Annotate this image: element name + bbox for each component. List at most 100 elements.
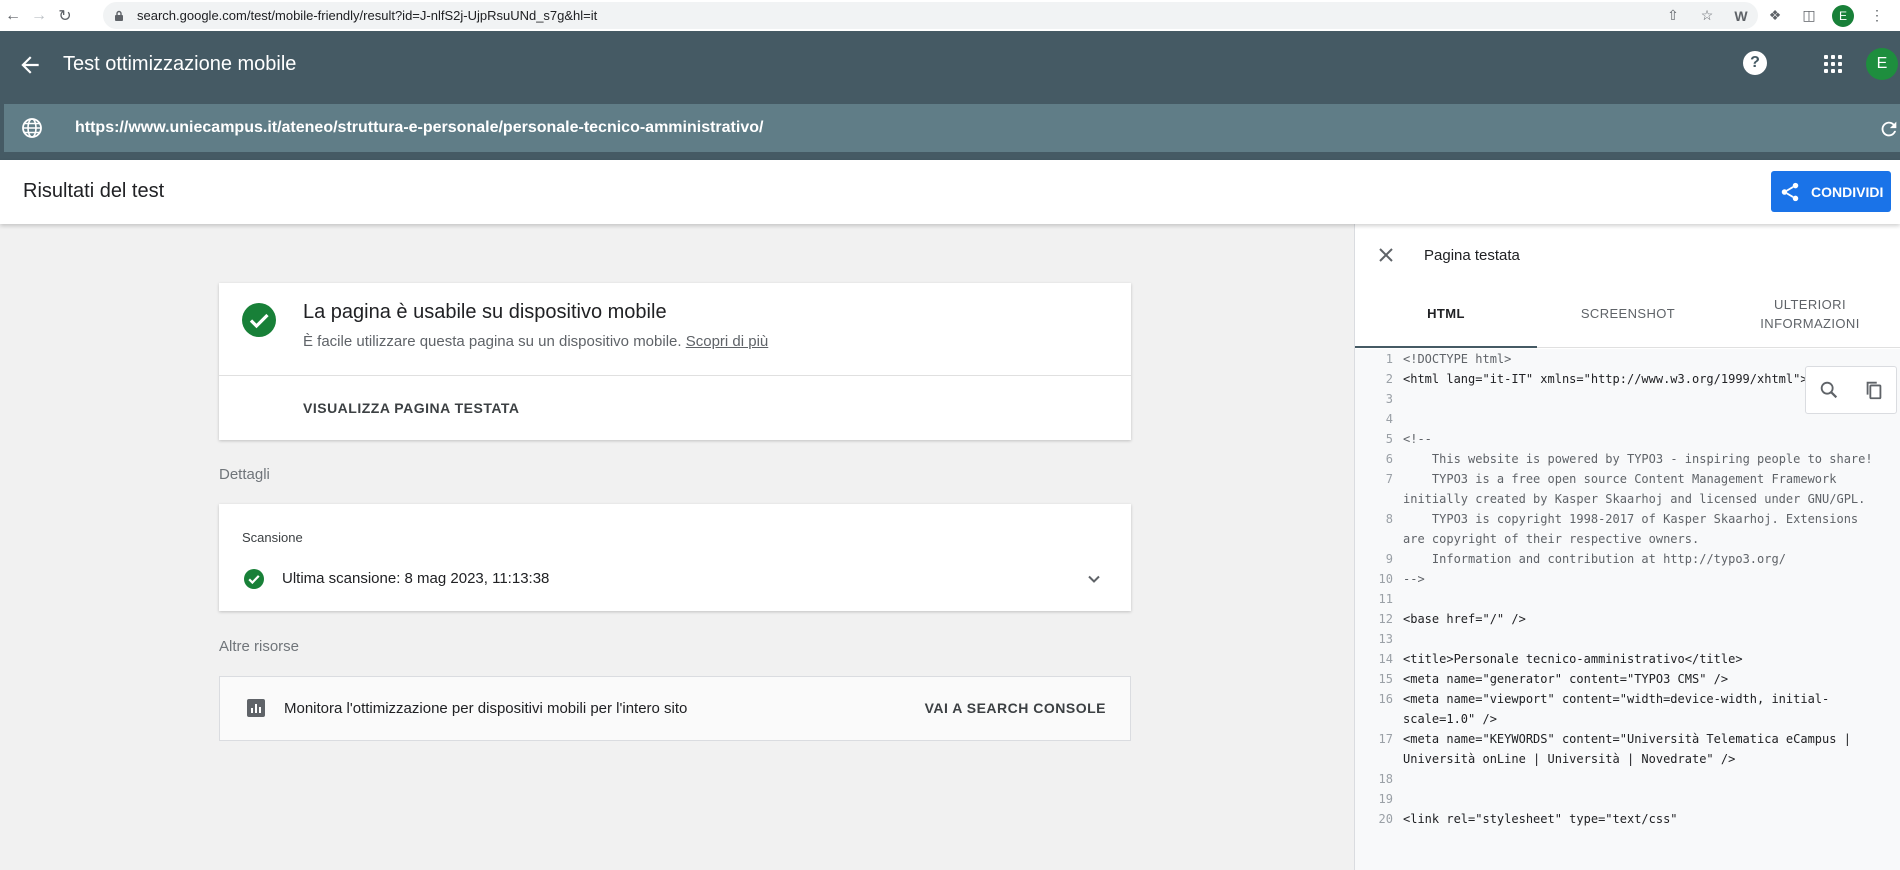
result-subtext: È facile utilizzare questa pagina su un …	[303, 333, 768, 350]
line-content: <link rel="stylesheet" type="text/css"	[1403, 812, 1678, 826]
code-line: 14 <title>Personale tecnico-amministrativ…	[1355, 649, 1900, 669]
search-icon[interactable]	[1818, 379, 1840, 401]
resources-label: Altre risorse	[219, 638, 300, 655]
card-divider	[219, 375, 1131, 376]
line-number: 15	[1378, 672, 1393, 686]
line-content: <base href="/" />	[1403, 612, 1526, 626]
account-avatar[interactable]: E	[1866, 48, 1898, 80]
chevron-down-icon[interactable]	[1085, 570, 1103, 588]
result-heading: La pagina è usabile su dispositivo mobil…	[303, 301, 667, 323]
code-line: 16 <meta name="viewport" content="width=d…	[1355, 689, 1900, 729]
bar-chart-icon	[247, 699, 265, 717]
share-label: CONDIVIDI	[1811, 183, 1884, 200]
code-line: 11	[1355, 589, 1900, 609]
code-line: 15 <meta name="generator" content="TYPO3 …	[1355, 669, 1900, 689]
line-number: 16	[1378, 692, 1393, 706]
line-content	[1397, 789, 1887, 809]
retest-reload-icon[interactable]	[1878, 118, 1900, 140]
apps-grid-icon[interactable]	[1822, 53, 1844, 75]
browser-reload-icon[interactable]: ↻	[52, 3, 78, 29]
close-icon[interactable]	[1377, 246, 1395, 264]
line-content: -->	[1403, 572, 1425, 586]
browser-profile-avatar[interactable]: E	[1832, 4, 1854, 27]
address-bar[interactable]: search.google.com/test/mobile-friendly/r…	[103, 2, 1758, 29]
share-page-icon[interactable]: ⇧	[1662, 5, 1684, 27]
html-code-viewer[interactable]: 1 <!DOCTYPE html> 2 <html lang="it-IT" xmln…	[1355, 349, 1900, 870]
code-line: 13	[1355, 629, 1900, 649]
line-number: 7	[1385, 472, 1393, 486]
share-button[interactable]: CONDIVIDI	[1771, 171, 1891, 212]
line-number: 17	[1378, 732, 1393, 746]
scan-card[interactable]: Scansione Ultima scansione: 8 mag 2023, …	[219, 504, 1131, 611]
code-line: 5 <!--	[1355, 429, 1900, 449]
details-label: Dettagli	[219, 466, 270, 483]
line-number: 9	[1385, 552, 1393, 566]
sidepanel-icon[interactable]: ◫	[1798, 5, 1820, 27]
line-content: <meta name="generator" content="TYPO3 CM…	[1403, 672, 1729, 686]
app-header: Test ottimizzazione mobile ? E https://w…	[0, 31, 1900, 160]
tested-url-text: https://www.uniecampus.it/ateneo/struttu…	[75, 119, 764, 136]
tab-more-info[interactable]: ULTERIORI INFORMAZIONI	[1719, 280, 1900, 347]
result-subtext-body: È facile utilizzare questa pagina su un …	[303, 333, 682, 350]
extensions-puzzle-icon[interactable]: ❖	[1764, 5, 1786, 27]
code-line: 18	[1355, 769, 1900, 789]
code-line: 17 <meta name="KEYWORDS" content="Univers…	[1355, 729, 1900, 769]
lock-icon	[115, 10, 123, 21]
back-arrow-icon[interactable]	[17, 52, 43, 78]
scan-title: Scansione	[242, 530, 303, 545]
search-console-link[interactable]: VAI A SEARCH CONSOLE	[925, 700, 1106, 716]
line-content: <meta name="viewport" content="width=dev…	[1403, 692, 1830, 726]
line-content: TYPO3 is a free open source Content Mana…	[1403, 472, 1866, 506]
line-number: 8	[1385, 512, 1393, 526]
browser-forward-icon[interactable]: →	[26, 3, 52, 29]
line-content	[1397, 589, 1887, 609]
line-number: 12	[1378, 612, 1393, 626]
results-title: Risultati del test	[23, 180, 165, 202]
line-content: <meta name="KEYWORDS" content="Universit…	[1403, 732, 1859, 766]
extension-w-icon[interactable]: W	[1730, 5, 1752, 27]
browser-toolbar: ← → ↻ search.google.com/test/mobile-frie…	[0, 0, 1900, 31]
line-number: 1	[1385, 352, 1393, 366]
line-number: 18	[1378, 772, 1393, 786]
code-line: 6 This website is powered by TYPO3 - ins…	[1355, 449, 1900, 469]
line-number: 13	[1378, 632, 1393, 646]
line-number: 6	[1385, 452, 1393, 466]
result-card: La pagina è usabile su dispositivo mobil…	[219, 283, 1131, 440]
browser-back-icon[interactable]: ←	[0, 3, 26, 29]
learn-more-link[interactable]: Scopri di più	[686, 333, 769, 350]
tested-url-bar[interactable]: https://www.uniecampus.it/ateneo/struttu…	[4, 104, 1900, 152]
line-content: TYPO3 is copyright 1998-2017 of Kasper S…	[1403, 512, 1866, 546]
tab-html[interactable]: HTML	[1355, 280, 1537, 348]
address-text: search.google.com/test/mobile-friendly/r…	[137, 8, 598, 23]
copy-icon[interactable]	[1863, 379, 1885, 401]
line-content	[1397, 629, 1887, 649]
line-content	[1397, 769, 1887, 789]
line-number: 4	[1385, 412, 1393, 426]
browser-menu-icon[interactable]: ⋮	[1866, 5, 1888, 27]
line-number: 14	[1378, 652, 1393, 666]
tab-screenshot[interactable]: SCREENSHOT	[1537, 280, 1719, 347]
resources-card: Monitora l'ottimizzazione per dispositiv…	[219, 676, 1131, 741]
help-icon[interactable]: ?	[1743, 51, 1767, 75]
line-content: <title>Personale tecnico-amministrativo<…	[1403, 652, 1743, 666]
code-line: 7 TYPO3 is a free open source Content Ma…	[1355, 469, 1900, 509]
bookmark-star-icon[interactable]: ☆	[1696, 5, 1718, 27]
line-content: <!--	[1403, 432, 1432, 446]
line-number: 2	[1385, 372, 1393, 386]
line-number: 10	[1378, 572, 1393, 586]
panel-tabs: HTML SCREENSHOT ULTERIORI INFORMAZIONI	[1355, 280, 1900, 348]
line-number: 5	[1385, 432, 1393, 446]
line-number: 20	[1378, 812, 1393, 826]
tested-page-panel: Pagina testata HTML SCREENSHOT ULTERIORI…	[1354, 224, 1900, 870]
globe-icon	[22, 118, 42, 138]
line-number: 19	[1378, 792, 1393, 806]
view-tested-page-button[interactable]: VISUALIZZA PAGINA TESTATA	[303, 400, 520, 416]
line-number: 3	[1385, 392, 1393, 406]
check-circle-small-icon	[244, 569, 264, 589]
panel-title: Pagina testata	[1424, 247, 1520, 264]
code-line: 20 <link rel="stylesheet" type="text/css"	[1355, 809, 1900, 829]
resources-text: Monitora l'ottimizzazione per dispositiv…	[284, 700, 688, 717]
check-circle-icon	[242, 303, 276, 337]
share-icon	[1781, 182, 1799, 201]
line-content: Information and contribution at http://t…	[1403, 552, 1786, 566]
